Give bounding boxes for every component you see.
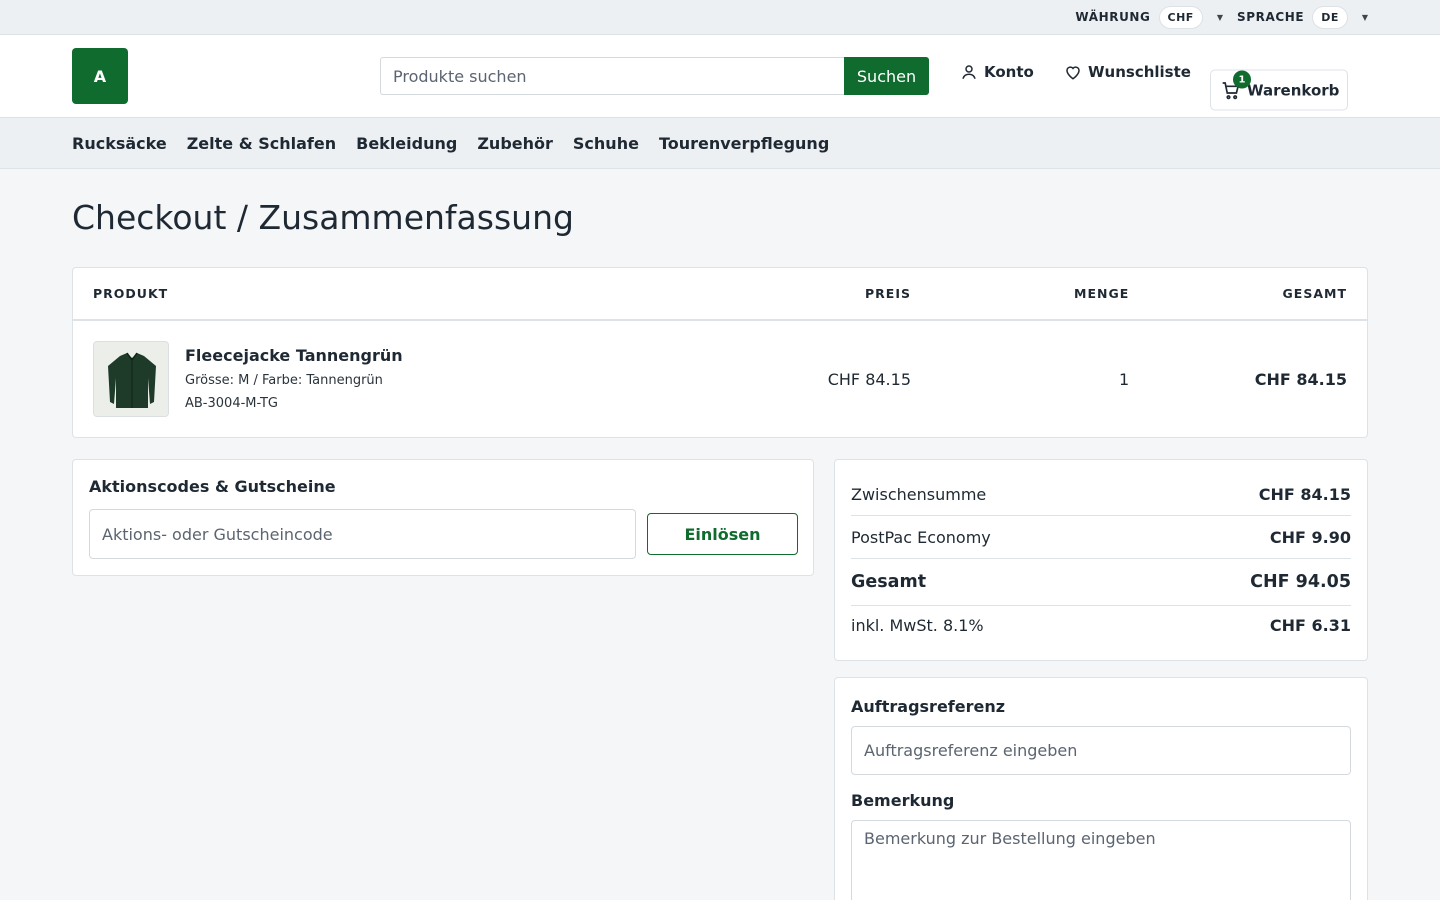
product-name[interactable]: Fleecejacke Tannengrün <box>185 346 403 365</box>
subtotal-value: CHF 84.15 <box>1258 485 1351 504</box>
nav-item-zubehoer[interactable]: Zubehör <box>477 134 553 153</box>
shipping-row: PostPac Economy CHF 9.90 <box>851 516 1351 559</box>
vat-value: CHF 6.31 <box>1269 615 1351 635</box>
vat-label: inkl. MwSt. 8.1% <box>851 615 984 635</box>
shipping-label: PostPac Economy <box>851 527 991 547</box>
product-image[interactable] <box>93 341 169 417</box>
search-bar: Suchen <box>380 57 929 95</box>
table-row: Fleecejacke Tannengrün Grösse: M / Farbe… <box>73 321 1367 437</box>
nav-item-bekleidung[interactable]: Bekleidung <box>356 134 457 153</box>
account-link[interactable]: Konto <box>960 63 1034 81</box>
coupon-title: Aktionscodes & Gutscheine <box>89 477 336 496</box>
product-total: CHF 84.15 <box>1254 370 1347 389</box>
subtotal-row: Zwischensumme CHF 84.15 <box>851 460 1351 516</box>
header-price: PREIS <box>865 286 911 301</box>
total-value: CHF 94.05 <box>1250 572 1351 592</box>
product-quantity: 1 <box>1119 370 1130 389</box>
top-bar: WÄHRUNG CHF ▼ SPRACHE DE ▼ <box>0 0 1440 35</box>
heart-icon <box>1066 66 1080 80</box>
category-nav: Rucksäcke Zelte & Schlafen Bekleidung Zu… <box>0 118 1440 169</box>
nav-item-rucksaecke[interactable]: Rucksäcke <box>72 134 167 153</box>
shipping-value: CHF 9.90 <box>1269 527 1351 547</box>
order-reference-input[interactable] <box>851 726 1351 775</box>
language-label: SPRACHE <box>1236 10 1305 24</box>
order-items-table: PRODUKT PREIS MENGE GESAMT Fleecejacke T… <box>72 267 1368 438</box>
order-reference-label: Auftragsreferenz <box>851 697 1006 716</box>
order-reference-card: Auftragsreferenz Bemerkung <box>834 677 1368 900</box>
page-title: Checkout / Zusammenfassung <box>72 198 574 237</box>
header-quantity: MENGE <box>1074 286 1130 301</box>
currency-value[interactable]: CHF <box>1158 5 1203 29</box>
subtotal-label: Zwischensumme <box>851 485 987 504</box>
header-product: PRODUKT <box>93 286 169 301</box>
header-total: GESAMT <box>1282 286 1347 301</box>
cart-label: Warenkorb <box>1247 81 1340 99</box>
product-price: CHF 84.15 <box>827 370 911 389</box>
account-label: Konto <box>984 63 1034 81</box>
cart-button[interactable]: 1 Warenkorb <box>1210 69 1348 111</box>
redeem-button[interactable]: Einlösen <box>647 513 798 555</box>
logo[interactable]: A <box>72 48 128 104</box>
nav-item-schuhe[interactable]: Schuhe <box>573 134 639 153</box>
coupon-input[interactable] <box>89 509 636 559</box>
product-variant: Grösse: M / Farbe: Tannengrün <box>185 373 383 388</box>
currency-label: WÄHRUNG <box>1075 10 1151 24</box>
search-button[interactable]: Suchen <box>844 57 929 95</box>
wishlist-label: Wunschliste <box>1088 63 1191 81</box>
cart-count-badge: 1 <box>1233 70 1251 89</box>
language-value[interactable]: DE <box>1312 5 1348 29</box>
total-row: Gesamt CHF 94.05 <box>851 559 1351 606</box>
coupon-card: Aktionscodes & Gutscheine Einlösen <box>72 459 814 576</box>
language-selector[interactable]: SPRACHE DE ▼ <box>1236 5 1368 29</box>
search-input[interactable] <box>380 57 844 95</box>
wishlist-link[interactable]: Wunschliste <box>1064 63 1191 81</box>
user-icon <box>962 65 976 79</box>
chevron-down-icon[interactable]: ▼ <box>1362 13 1368 22</box>
currency-selector[interactable]: WÄHRUNG CHF ▼ <box>1075 5 1223 29</box>
total-label: Gesamt <box>851 572 927 592</box>
remark-label: Bemerkung <box>851 791 955 810</box>
nav-item-zelte-schlafen[interactable]: Zelte & Schlafen <box>187 134 336 153</box>
vat-row: inkl. MwSt. 8.1% CHF 6.31 <box>851 606 1351 644</box>
nav-item-tourenverpflegung[interactable]: Tourenverpflegung <box>659 134 829 153</box>
header: A Suchen Konto Wunschliste 1 Warenkorb <box>0 35 1440 118</box>
remark-textarea[interactable] <box>851 820 1351 900</box>
product-sku: AB-3004-M-TG <box>185 396 279 411</box>
table-header: PRODUKT PREIS MENGE GESAMT <box>73 268 1367 321</box>
order-summary: Zwischensumme CHF 84.15 PostPac Economy … <box>834 459 1368 661</box>
chevron-down-icon[interactable]: ▼ <box>1217 13 1223 22</box>
